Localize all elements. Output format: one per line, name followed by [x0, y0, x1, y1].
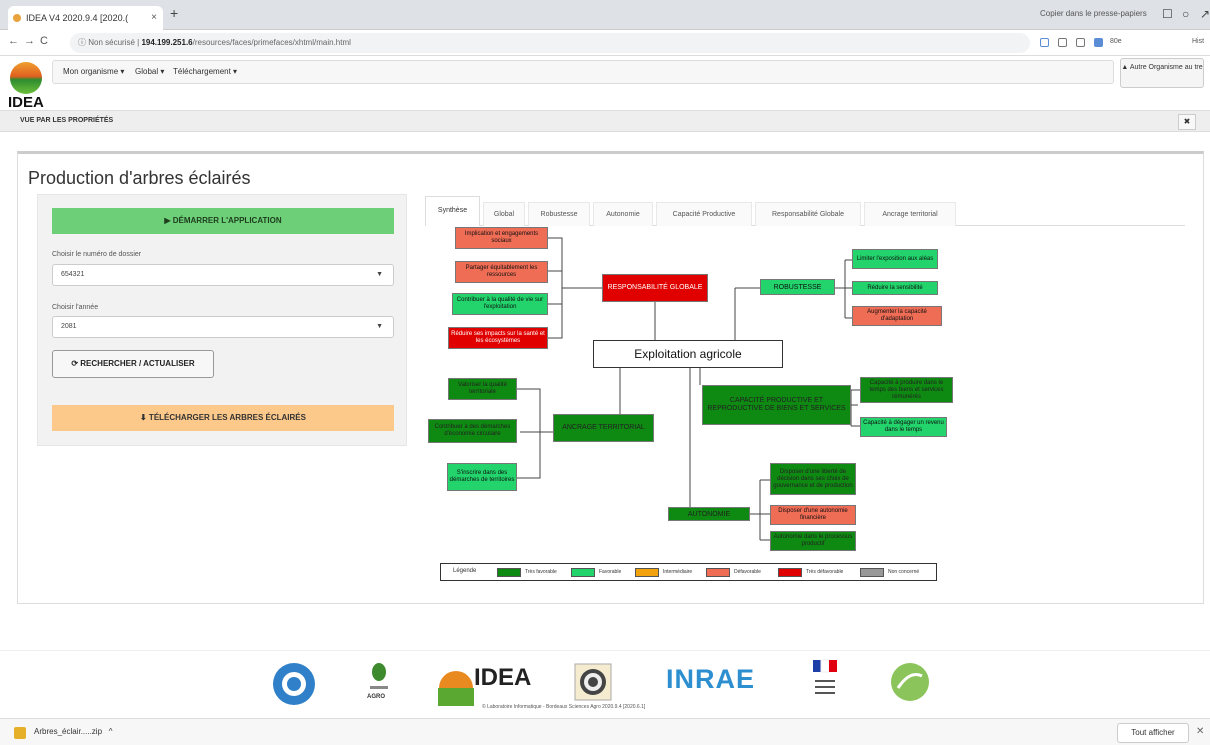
republique-francaise-logo-icon	[813, 659, 837, 694]
legend-swatch	[497, 568, 521, 577]
inrae-logo: INRAE	[666, 664, 756, 694]
university-logo-icon	[273, 663, 315, 705]
node-demarches-territoires[interactable]: S'inscrire dans des démarches de territo…	[447, 463, 517, 491]
idea-footer-logo: IDEA	[474, 664, 532, 691]
legend-title: Légende	[453, 568, 477, 574]
node-capacite-productive[interactable]: CAPACITÉ PRODUCTIVE ET REPRODUCTIVE DE B…	[702, 385, 851, 425]
download-item[interactable]: Arbres_éclair.....zip ^	[34, 727, 112, 736]
legend-swatch	[860, 568, 884, 577]
chevron-up-icon[interactable]: ^	[109, 727, 113, 736]
legend-swatch	[571, 568, 595, 577]
node-reduire-sensibilite[interactable]: Réduire la sensibilité	[852, 281, 938, 295]
legend-item: Non concerné	[888, 569, 920, 575]
zip-file-icon	[14, 727, 26, 739]
tree-root-node[interactable]: Exploitation agricole	[593, 340, 783, 368]
legend-item: Très défavorable	[806, 569, 844, 575]
legend-item: Très favorable	[525, 569, 557, 575]
legend-item: Défavorable	[734, 569, 761, 575]
node-processus-productif[interactable]: Autonomie dans le processus productif	[770, 531, 856, 551]
legend-swatch	[778, 568, 802, 577]
close-download-bar-icon[interactable]: ✕	[1196, 726, 1204, 737]
show-all-button[interactable]: Tout afficher	[1117, 723, 1189, 743]
node-limiter-exposition[interactable]: Limiter l'exposition aux aléas	[852, 249, 938, 269]
node-autonomie-financiere[interactable]: Disposer d'une autonomie financière	[770, 505, 856, 525]
legend-swatch	[635, 568, 659, 577]
agriculture-ministry-logo-icon	[891, 663, 929, 701]
node-degager-revenu[interactable]: Capacité à dégager un revenu dans le tem…	[860, 417, 947, 437]
legend-item: Favorable	[599, 569, 622, 575]
laboratory-seal-icon	[574, 663, 612, 701]
node-economie-circulaire[interactable]: Contribuer à des démarches d'économie ci…	[428, 419, 517, 443]
node-capacite-adaptation[interactable]: Augmenter la capacité d'adaptation	[852, 306, 942, 326]
download-file-name: Arbres_éclair.....zip	[34, 727, 103, 736]
node-ancrage-territorial[interactable]: ANCRAGE TERRITORIAL	[553, 414, 654, 442]
tree-connectors	[517, 237, 860, 541]
agro-logo-text: AGRO	[367, 694, 385, 700]
node-partager[interactable]: Partager équitablement les ressources	[455, 261, 548, 283]
node-reduire-impacts[interactable]: Réduire ses impacts sur la santé et les …	[448, 327, 548, 349]
node-robustesse[interactable]: ROBUSTESSE	[760, 279, 835, 295]
node-qualite-vie[interactable]: Contribuer à la qualité de vie sur l'exp…	[452, 293, 548, 315]
node-capacite-produire[interactable]: Capacité à produire dans le temps des bi…	[860, 377, 953, 403]
copyright-text: © Laboratoire Informatique - Bordeaux Sc…	[482, 704, 646, 710]
legend-swatch	[706, 568, 730, 577]
node-autonomie[interactable]: AUTONOMIE	[668, 507, 750, 521]
download-bar: Arbres_éclair.....zip ^ Tout afficher ✕	[0, 718, 1210, 745]
node-liberte-decision[interactable]: Disposer d'une liberté de décision dans …	[770, 463, 856, 495]
node-implication[interactable]: Implication et engagements sociaux	[455, 227, 548, 249]
idea-footer-sun-icon	[438, 671, 474, 706]
legend-item: Intermédiaire	[663, 569, 693, 575]
tree-legend: Légende Très favorable Favorable Intermé…	[440, 563, 937, 581]
node-responsabilite-globale[interactable]: RESPONSABILITÉ GLOBALE	[602, 274, 708, 302]
node-valoriser-qualite[interactable]: Valoriser la qualité territoriale	[448, 378, 517, 400]
